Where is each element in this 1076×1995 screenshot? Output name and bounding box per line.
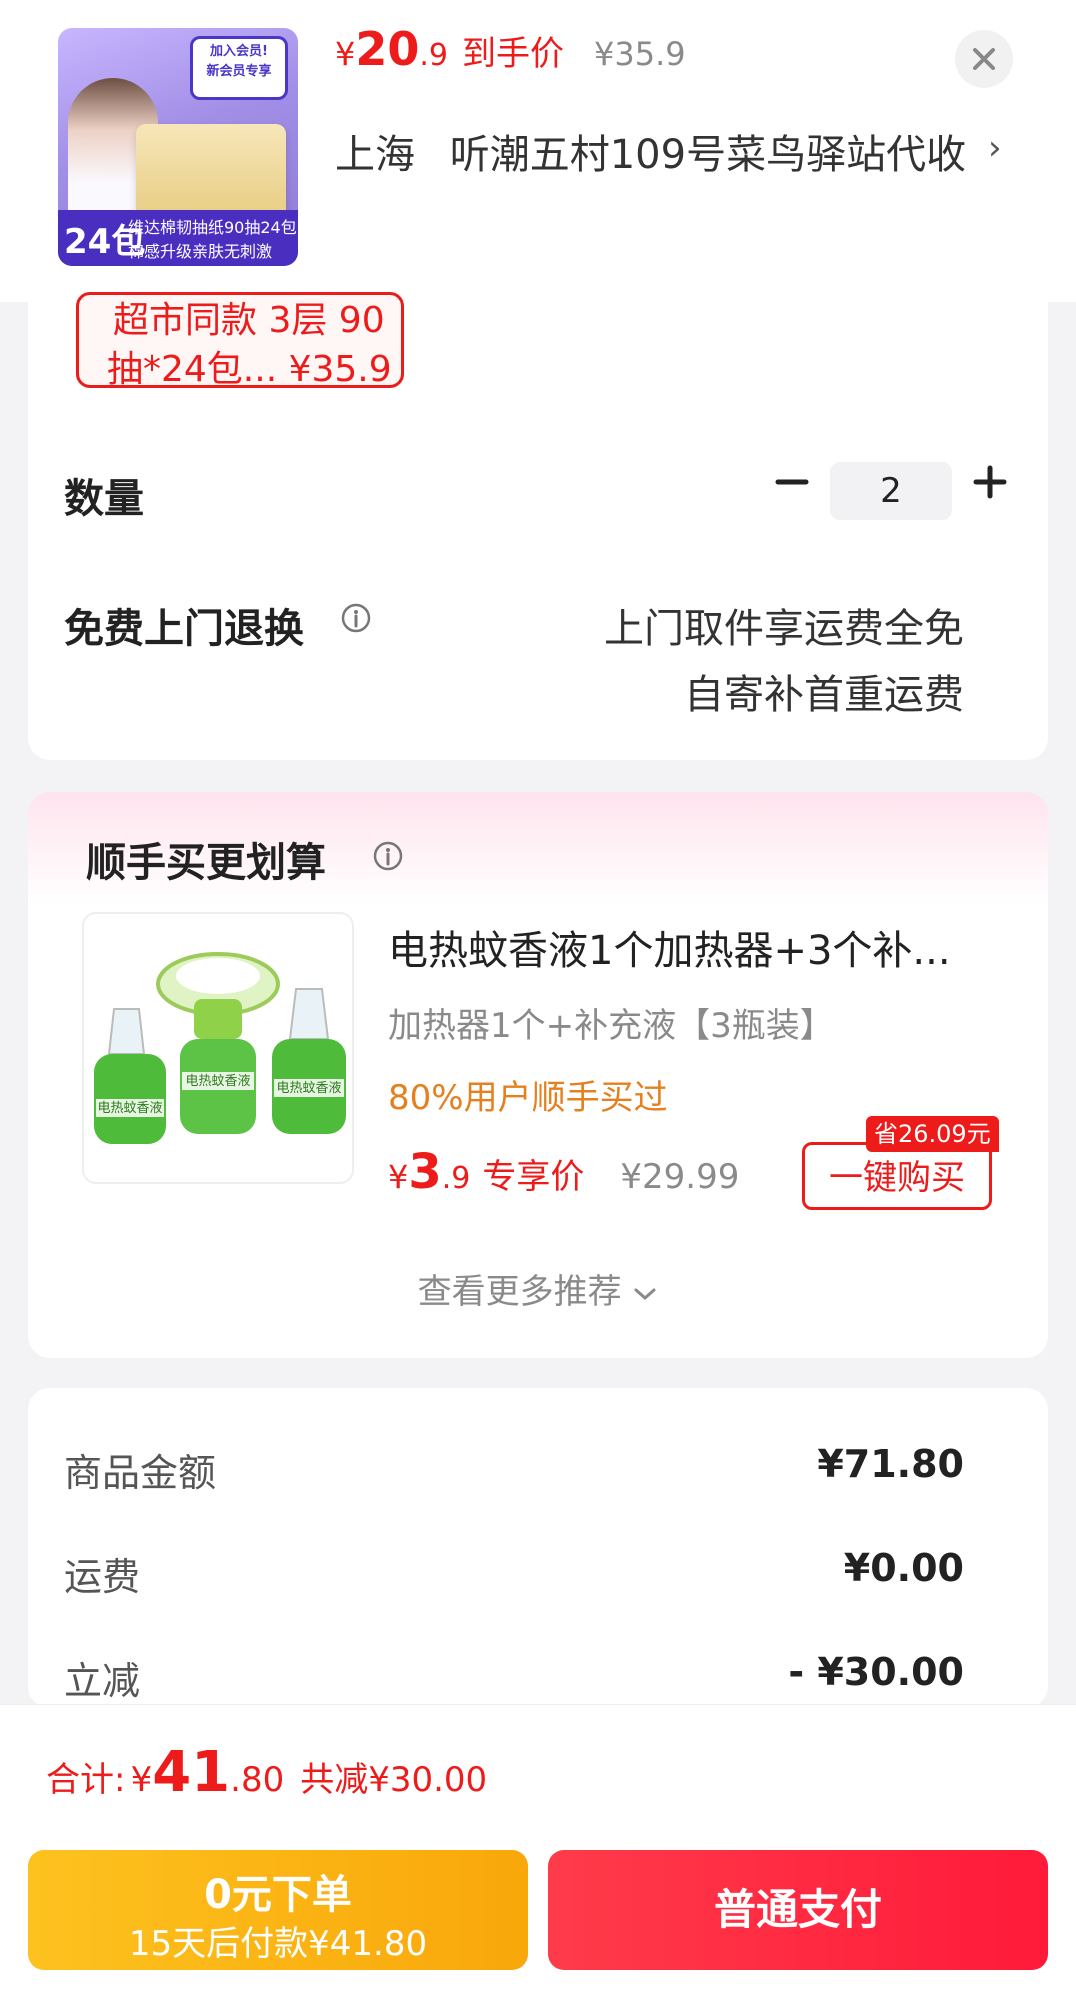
thumbnail-member-badge: 加入会员! 新会员专享 bbox=[190, 36, 288, 100]
plus-icon bbox=[973, 465, 1007, 499]
recommend-title: 顺手买更划算 bbox=[86, 830, 326, 888]
bottle-label: 电热蚊香液 bbox=[185, 1074, 250, 1089]
free-return-label: 免费上门退换 bbox=[64, 606, 304, 652]
pay-later-button[interactable]: 0元下单 15天后付款¥41.80 bbox=[28, 1850, 528, 1970]
price-decimal: .9 bbox=[419, 38, 448, 73]
recommend-item-name[interactable]: 电热蚊香液1个加热器+3个补... bbox=[388, 918, 988, 976]
spec-chip-line2: 抽*24包... ¥35.9 bbox=[107, 349, 392, 388]
free-return-line2: 自寄补首重运费 bbox=[684, 672, 964, 718]
total-currency: ¥ bbox=[130, 1760, 153, 1800]
see-more-label: 查看更多推荐 bbox=[417, 1272, 622, 1312]
header-price: ¥20.9 到手价 ¥35.9 bbox=[335, 22, 686, 76]
recommend-info-button[interactable] bbox=[372, 840, 404, 876]
price-label: 到手价 bbox=[462, 34, 564, 74]
total-savings: 共减¥30.00 bbox=[300, 1760, 488, 1800]
mosquito-liquid-illustration: 电热蚊香液 电热蚊香液 电热蚊香液 bbox=[94, 952, 346, 1144]
quantity-input[interactable]: 2 bbox=[830, 462, 952, 520]
info-icon bbox=[373, 841, 403, 871]
summary-value-discount: - ¥30.00 bbox=[788, 1650, 964, 1694]
thumbnail-banner: 24包 维达棉韧抽纸90抽24包 棉感升级亲肤无刺激 bbox=[58, 210, 298, 266]
address-city: 上海 bbox=[335, 132, 415, 178]
recommend-item-image[interactable]: 电热蚊香液 电热蚊香液 电热蚊香液 bbox=[82, 912, 354, 1184]
see-more-recommendations[interactable]: 查看更多推荐 bbox=[0, 1264, 1076, 1313]
rec-price-decimal: .9 bbox=[441, 1161, 471, 1196]
thumbnail-banner-text: 维达棉韧抽纸90抽24包 bbox=[128, 218, 297, 237]
original-price: ¥35.9 bbox=[594, 35, 686, 73]
spec-chip-line1: 超市同款 3层 90 bbox=[113, 300, 385, 341]
price-currency: ¥ bbox=[335, 35, 356, 73]
summary-value-subtotal: ¥71.80 bbox=[817, 1442, 964, 1486]
free-return-line1: 上门取件享运费全免 bbox=[604, 606, 964, 652]
quantity-label: 数量 bbox=[64, 476, 144, 522]
recommend-social-proof: 80%用户顺手买过 bbox=[388, 1078, 668, 1118]
normal-pay-button[interactable]: 普通支付 bbox=[548, 1850, 1048, 1970]
summary-value-shipping: ¥0.00 bbox=[843, 1546, 964, 1590]
total-integer: 41 bbox=[152, 1740, 231, 1805]
rec-price-label: 专享价 bbox=[482, 1157, 585, 1197]
selected-spec-chip[interactable]: 超市同款 3层 90 抽*24包... ¥35.9 bbox=[76, 292, 404, 388]
quantity-decrease-button[interactable] bbox=[772, 462, 812, 502]
quantity-increase-button[interactable] bbox=[970, 462, 1010, 502]
address-detail: 听潮五村109号菜鸟驿站代收 bbox=[449, 132, 967, 178]
thumbnail-badge-sub: 新会员专享 bbox=[206, 64, 272, 79]
savings-badge: 省26.09元 bbox=[866, 1116, 999, 1152]
summary-label-subtotal: 商品金额 bbox=[64, 1451, 217, 1495]
minus-icon bbox=[775, 479, 809, 485]
close-button[interactable] bbox=[955, 30, 1013, 88]
total-decimal: .80 bbox=[230, 1760, 285, 1800]
summary-label-shipping: 运费 bbox=[64, 1555, 141, 1599]
rec-original-price: ¥29.99 bbox=[620, 1157, 740, 1197]
chevron-down-icon bbox=[634, 1288, 656, 1300]
summary-label-discount: 立减 bbox=[64, 1659, 141, 1703]
rec-price-currency: ¥ bbox=[388, 1158, 409, 1196]
recommend-item-price: ¥3.9 专享价 ¥29.99 bbox=[388, 1144, 739, 1200]
delivery-address[interactable]: 上海 听潮五村109号菜鸟驿站代收 bbox=[335, 122, 966, 180]
bottle-label: 电热蚊香液 bbox=[97, 1101, 162, 1116]
one-click-buy-button[interactable]: 一键购买 bbox=[802, 1142, 992, 1210]
product-thumbnail[interactable]: 加入会员! 新会员专享 24包 维达棉韧抽纸90抽24包 棉感升级亲肤无刺激 bbox=[58, 28, 298, 266]
recommend-item-spec: 加热器1个+补充液【3瓶装】 bbox=[388, 1006, 834, 1046]
close-icon bbox=[973, 48, 995, 70]
pay-later-subtitle: 15天后付款¥41.80 bbox=[128, 1924, 428, 1964]
free-return-info-button[interactable] bbox=[340, 602, 372, 638]
chevron-right-icon[interactable]: › bbox=[988, 128, 1002, 168]
bottle-label: 电热蚊香液 bbox=[276, 1081, 341, 1096]
thumbnail-banner-sub: 棉感升级亲肤无刺激 bbox=[128, 242, 273, 261]
recommend-title-text: 顺手买更划算 bbox=[86, 840, 326, 886]
pay-later-title: 0元下单 bbox=[204, 1872, 352, 1918]
rec-price-integer: 3 bbox=[408, 1144, 442, 1200]
info-icon bbox=[341, 603, 371, 633]
total-label: 合计: bbox=[46, 1760, 126, 1800]
order-total: 合计: ¥41.80 共减¥30.00 bbox=[46, 1740, 487, 1805]
price-integer: 20 bbox=[355, 22, 420, 76]
thumbnail-badge-title: 加入会员! bbox=[210, 44, 268, 59]
